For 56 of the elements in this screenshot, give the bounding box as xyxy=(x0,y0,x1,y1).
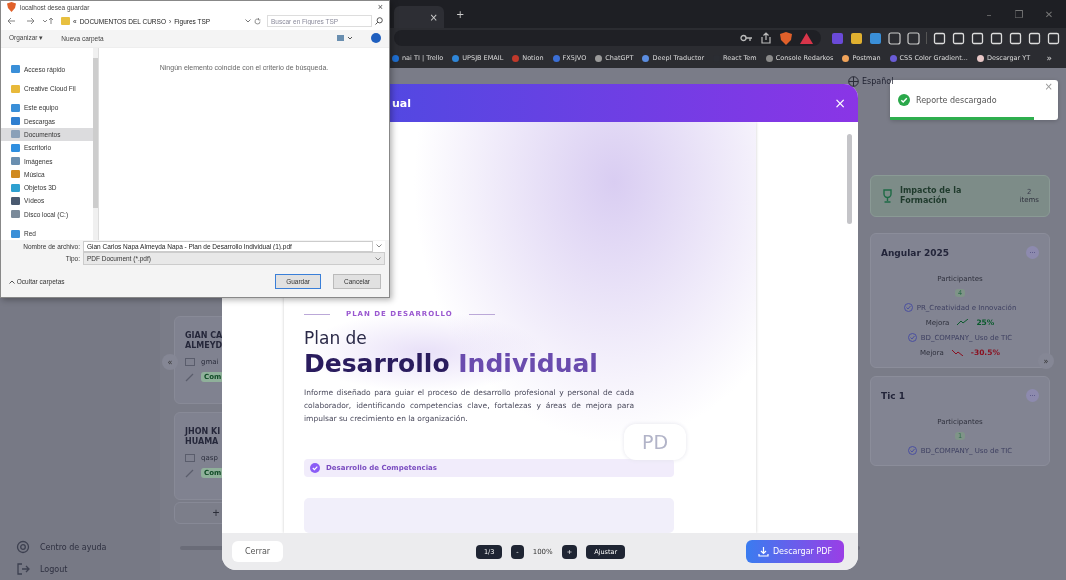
language-selector[interactable]: Español xyxy=(848,76,894,87)
check-circle-icon xyxy=(310,463,320,474)
mail-icon xyxy=(185,357,195,366)
collaborator-name: JHON KI HUAMA xyxy=(185,427,221,448)
window-control[interactable]: – xyxy=(980,8,998,20)
card-title: Impacto de la Formación xyxy=(900,186,963,206)
window-control[interactable]: ❐ xyxy=(1010,8,1028,20)
check-circle-icon xyxy=(898,94,910,106)
training-title: Angular 2025 xyxy=(881,247,949,258)
chevron-down-icon xyxy=(375,256,381,261)
document-heading: Desarrollo Individual xyxy=(304,349,599,378)
trend-down-icon xyxy=(951,349,963,356)
lifebuoy-icon xyxy=(16,540,30,554)
check-circle-icon xyxy=(907,446,917,455)
toast-message: Reporte descargado xyxy=(916,95,997,105)
share-icon[interactable] xyxy=(760,32,772,44)
extension-icon[interactable] xyxy=(869,31,882,45)
chevron-down-icon[interactable] xyxy=(376,244,382,249)
trophy-icon xyxy=(881,189,894,203)
tab-close-button[interactable]: × xyxy=(429,11,438,23)
window-control[interactable]: ✕ xyxy=(1040,8,1058,20)
document-title: Plan de xyxy=(304,328,368,348)
collapse-button[interactable]: « xyxy=(162,354,178,370)
close-button[interactable]: × xyxy=(377,2,383,13)
more-bookmarks-button[interactable]: » xyxy=(1046,53,1052,63)
dialog-title: ual xyxy=(392,96,412,110)
close-button[interactable]: × xyxy=(834,95,846,111)
close-button[interactable]: Cerrar xyxy=(232,541,284,562)
help-icon[interactable] xyxy=(371,33,381,44)
refresh-icon[interactable] xyxy=(254,18,261,25)
collaborator-name: GIAN CA ALMEYD xyxy=(185,331,223,352)
navigation-arrows-icon[interactable] xyxy=(7,17,55,26)
document-badge: PD xyxy=(624,424,686,460)
folder-icon xyxy=(11,84,20,93)
globe-icon xyxy=(848,76,859,87)
logout-icon xyxy=(16,562,30,576)
extension-icon[interactable] xyxy=(850,31,863,45)
chevron-up-icon xyxy=(9,279,15,284)
browser-tab[interactable]: × xyxy=(394,6,444,28)
triangle-icon[interactable] xyxy=(800,32,813,44)
chevron-down-icon[interactable] xyxy=(245,19,251,24)
check-circle-icon xyxy=(903,303,913,312)
mail-icon xyxy=(185,453,195,462)
pencil-icon xyxy=(185,467,195,478)
training-title: Tic 1 xyxy=(881,390,905,401)
scrollbar[interactable] xyxy=(93,47,98,241)
view-options-icon[interactable] xyxy=(337,34,353,43)
download-button[interactable]: Descargar PDF xyxy=(745,540,844,563)
check-circle-icon xyxy=(907,333,917,342)
new-tab-button[interactable]: + xyxy=(456,8,465,20)
address-bar[interactable] xyxy=(394,30,821,46)
trend-up-icon xyxy=(957,319,969,326)
key-icon[interactable] xyxy=(740,33,752,43)
folder-icon xyxy=(61,17,70,26)
pencil-icon xyxy=(185,371,195,382)
search-icon xyxy=(375,17,383,26)
